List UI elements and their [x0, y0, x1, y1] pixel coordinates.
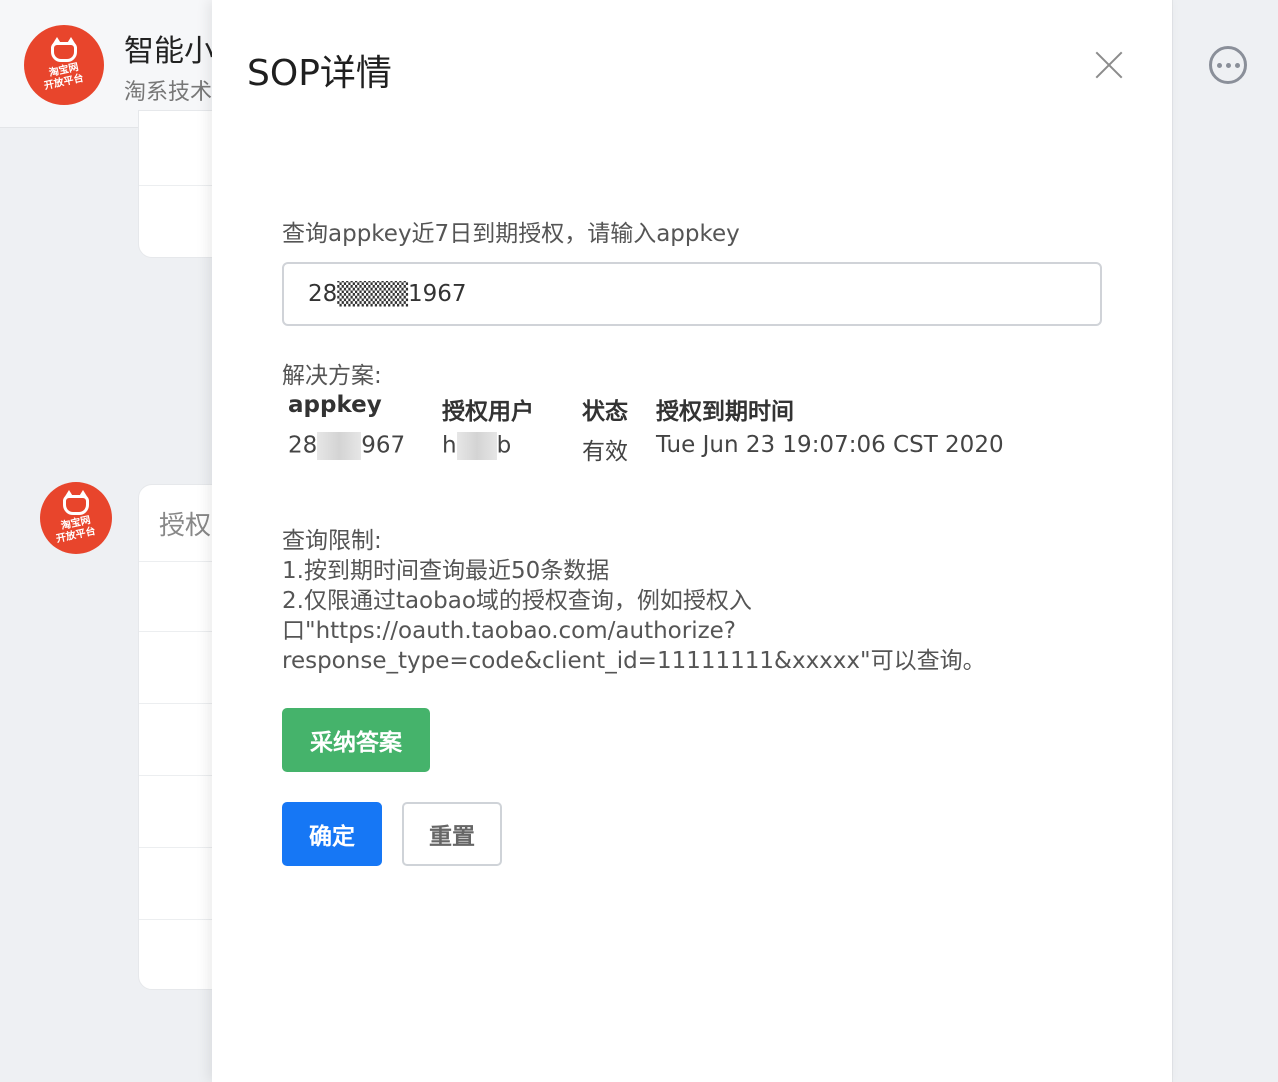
drawer-title: SOP详情 [247, 53, 392, 94]
cell-status: 有效 [582, 439, 628, 465]
right-panel [1172, 0, 1278, 1082]
sop-detail-drawer: SOP详情 查询appkey近7日到期授权，请输入appkey 解决方案: ap… [212, 0, 1172, 1082]
limit-line: 口"https://oauth.taobao.com/authorize? [282, 618, 737, 644]
bot-avatar: 淘宝网 开放平台 [40, 482, 112, 554]
cell-appkey: 28 967 [288, 432, 406, 460]
limit-line: 1.按到期时间查询最近50条数据 [282, 558, 610, 584]
col-header-appkey: appkey [288, 392, 382, 418]
col-header-status: 状态 [582, 399, 628, 425]
taobao-open-platform-logo: 淘宝网 开放平台 [24, 25, 104, 105]
adopt-answer-button[interactable]: 采纳答案 [282, 708, 430, 772]
appkey-input[interactable] [282, 262, 1102, 326]
limit-line: response_type=code&client_id=11111111&xx… [282, 648, 986, 674]
query-limits: 查询限制: 1.按到期时间查询最近50条数据 2.仅限通过taobao域的授权查… [282, 526, 986, 676]
query-label: 查询appkey近7日到期授权，请输入appkey [282, 221, 740, 247]
card-text: 授权 [159, 511, 212, 541]
redacted-mask [317, 432, 362, 460]
more-icon[interactable] [1209, 46, 1247, 84]
app-title: 智能小 [124, 34, 214, 69]
limit-line: 2.仅限通过taobao域的授权查询，例如授权入 [282, 588, 752, 614]
col-header-user: 授权用户 [442, 399, 534, 425]
reset-button[interactable]: 重置 [402, 802, 502, 866]
cat-icon [51, 36, 77, 62]
cat-icon [63, 489, 89, 515]
limits-title: 查询限制: [282, 528, 382, 554]
app-subtitle: 淘系技术 [124, 80, 213, 105]
cell-expiry: Tue Jun 23 19:07:06 CST 2020 [656, 432, 1004, 458]
cell-user: hb [442, 432, 512, 460]
solution-label: 解决方案: [282, 363, 382, 389]
confirm-button[interactable]: 确定 [282, 802, 382, 866]
close-icon[interactable] [1095, 51, 1123, 79]
redacted-mask [456, 432, 497, 460]
col-header-expiry: 授权到期时间 [656, 399, 794, 425]
